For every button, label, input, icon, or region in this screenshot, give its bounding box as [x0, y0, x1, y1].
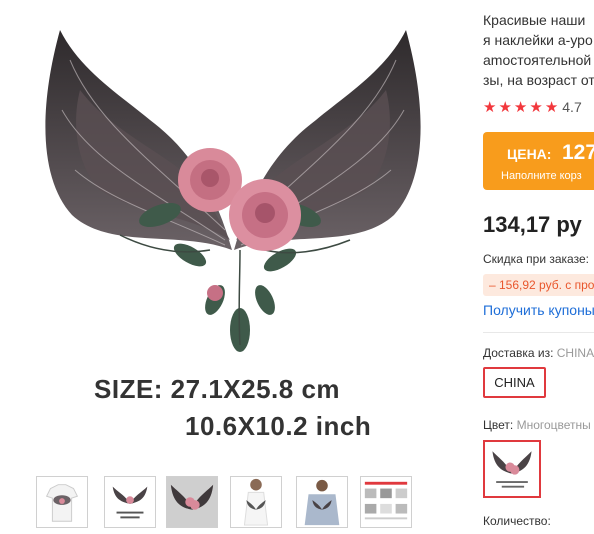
price-banner-value: 127 [562, 141, 594, 164]
product-price: 134,17 ру [483, 212, 582, 237]
price-banner-subtext: Наполните корз [501, 170, 582, 182]
star-icon: ★ [544, 99, 559, 116]
rating[interactable]: ★ ★ ★ ★ ★ 4.7 [483, 98, 582, 116]
color-value: Многоцветны [516, 418, 591, 432]
wings-roses-artwork [45, 30, 421, 352]
size-cm-text: SIZE: 27.1X25.8 cm [94, 374, 341, 404]
star-icon: ★ [513, 99, 528, 116]
price-banner-label: ЦЕНА: [507, 146, 552, 162]
shipping-from-label: Доставка из: CHINA [483, 346, 594, 360]
shipping-option-china[interactable]: CHINA [483, 367, 546, 398]
star-icon: ★ [483, 99, 497, 116]
color-label: Цвет: Многоцветны [483, 418, 591, 432]
rating-value: 4.7 [562, 99, 582, 115]
star-icon: ★ [529, 99, 543, 116]
shipping-label-text: Доставка из: [483, 346, 554, 360]
quantity-label: Количество: [483, 514, 551, 528]
thumbnail-strip [36, 476, 456, 530]
thumbnail-model-halter[interactable] [230, 476, 282, 528]
thumbnail-tshirt-front[interactable] [36, 476, 88, 528]
star-icon: ★ [498, 99, 512, 116]
thumbnail-wings-size[interactable] [104, 476, 156, 528]
color-label-text: Цвет: [483, 418, 514, 432]
discount-badge[interactable]: – 156,92 руб. с про [483, 274, 594, 296]
discount-label: Скидка при заказе: [483, 252, 589, 266]
product-title[interactable]: Красивые наши я наклейки а-уро amостояте… [483, 10, 594, 90]
product-info-panel: Красивые наши я наклейки а-уро amостояте… [483, 0, 594, 534]
thumbnail-wings-closeup[interactable] [166, 476, 218, 528]
price-banner: ЦЕНА: 127 Наполните корз [483, 132, 594, 190]
discount-value: – 156,92 руб. с про [489, 278, 594, 292]
divider [483, 332, 594, 333]
size-inch-text: 10.6X10.2 inch [185, 411, 372, 441]
get-coupons-link[interactable]: Получить купоны [483, 302, 594, 318]
color-option-swatch[interactable] [483, 440, 541, 498]
thumbnail-instructions[interactable] [360, 476, 412, 528]
main-product-image[interactable]: SIZE: 27.1X25.8 cm 10.6X10.2 inch [0, 0, 466, 468]
thumbnail-model-sweater[interactable] [296, 476, 348, 528]
shipping-from-value: CHINA [556, 346, 594, 360]
